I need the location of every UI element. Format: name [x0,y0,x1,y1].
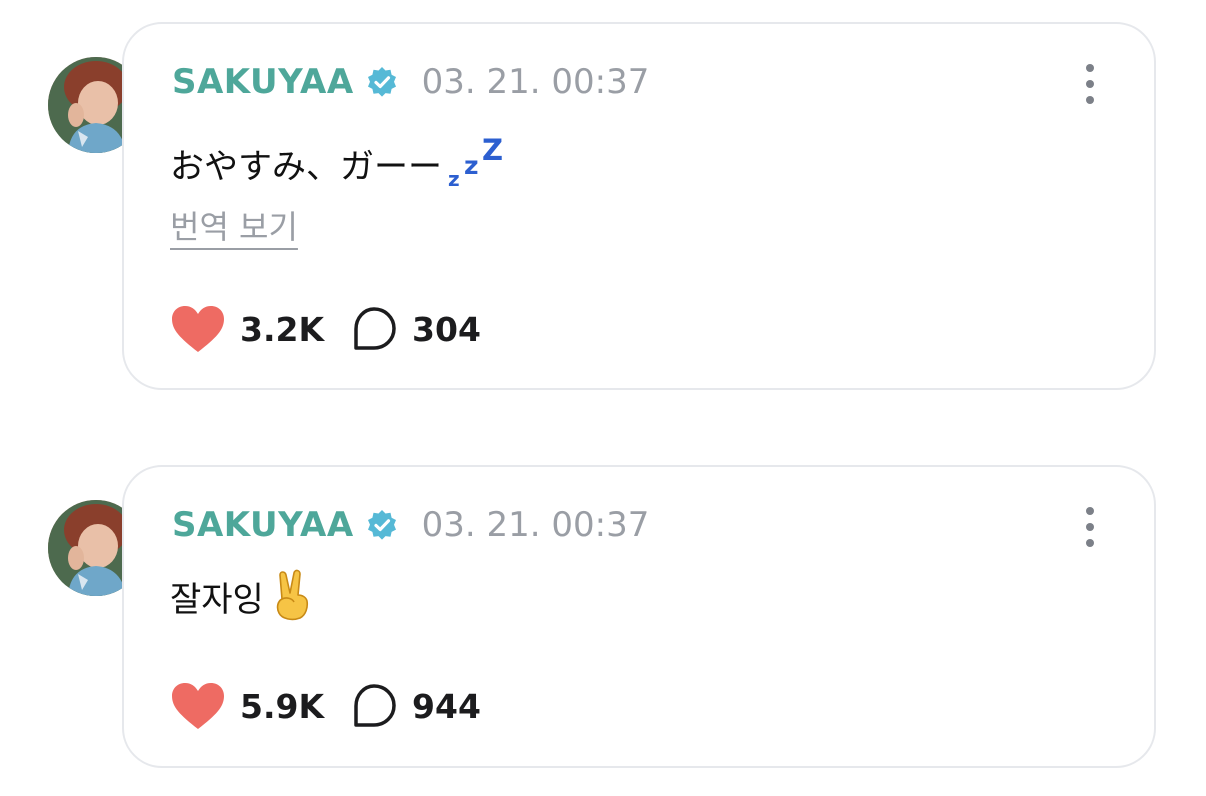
author-name[interactable]: SAKUYAA [172,62,354,102]
post-header: SAKUYAA 03. 21. 00:37 [172,505,649,545]
post-1: SAKUYAA 03. 21. 00:37 おやすみ、ガーー z z Z 번역 … [0,0,1206,400]
comment-count: 304 [412,309,481,349]
heart-icon[interactable] [170,681,226,731]
post-actions: 3.2K 304 [170,304,481,354]
post-text-container: おやすみ、ガーー z z Z [170,132,506,188]
comment-icon[interactable] [350,305,398,353]
post-actions: 5.9K 944 [170,681,481,731]
post-header: SAKUYAA 03. 21. 00:37 [172,62,649,102]
zzz-emoji-icon: z z Z [448,133,503,188]
verified-badge-icon [366,66,398,98]
like-count: 5.9K [240,686,325,726]
svg-text:z: z [464,151,479,180]
heart-icon[interactable] [170,304,226,354]
victory-hand-emoji-icon [276,569,308,621]
translate-link[interactable]: 번역 보기 [170,202,298,248]
more-options-icon[interactable] [1080,507,1100,547]
author-name[interactable]: SAKUYAA [172,505,354,545]
like-count: 3.2K [240,309,325,349]
post-timestamp: 03. 21. 00:37 [421,62,650,102]
svg-text:z: z [448,167,460,188]
post-card: SAKUYAA 03. 21. 00:37 잘자잉 5.9K 944 [122,465,1156,768]
comment-icon[interactable] [350,682,398,730]
svg-text:Z: Z [482,133,503,167]
comment-count: 944 [412,686,481,726]
post-text-container: 잘자잉 [170,569,314,621]
post-timestamp: 03. 21. 00:37 [421,505,650,545]
post-card: SAKUYAA 03. 21. 00:37 おやすみ、ガーー z z Z 번역 … [122,22,1156,390]
post-text: 잘자잉 [170,580,264,620]
post-text: おやすみ、ガーー [170,147,442,187]
verified-badge-icon [366,509,398,541]
more-options-icon[interactable] [1080,64,1100,104]
post-2: SAKUYAA 03. 21. 00:37 잘자잉 5.9K 944 [0,445,1206,785]
